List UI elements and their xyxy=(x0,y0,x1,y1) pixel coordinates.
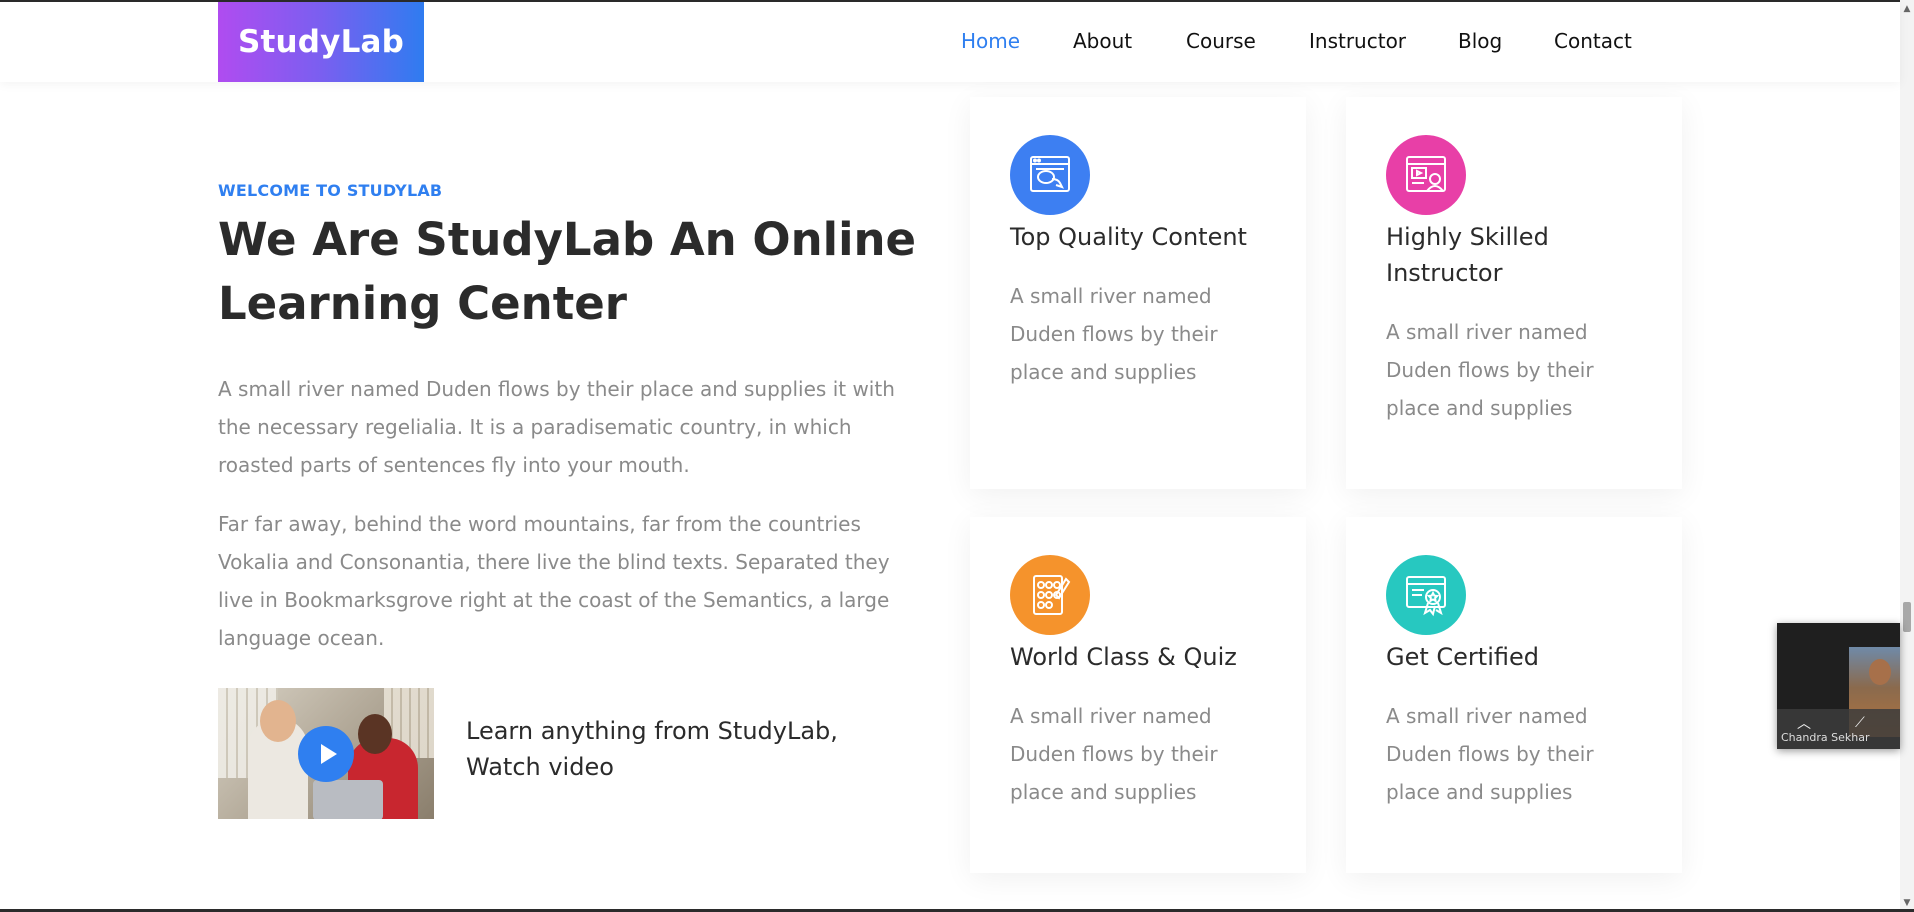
feature-title: Top Quality Content xyxy=(1010,223,1247,251)
nav-item-instructor[interactable]: Instructor xyxy=(1309,29,1406,53)
video-thumbnail[interactable] xyxy=(218,688,434,819)
nav-item-home[interactable]: Home xyxy=(961,29,1020,53)
feature-text: A small river named Duden flows by their… xyxy=(1386,320,1594,420)
feature-text: A small river named Duden flows by their… xyxy=(1010,704,1218,804)
navbar: StudyLab Home About Course Instructor Bl… xyxy=(0,2,1900,82)
feature-card-get-certified: Get Certified A small river named Duden … xyxy=(1346,517,1682,873)
mic-muted-icon[interactable]: ⟋ xyxy=(1855,715,1865,731)
feature-card-world-class-quiz: World Class & Quiz A small river named D… xyxy=(970,517,1306,873)
quiz-sheet-icon xyxy=(1010,555,1090,635)
page-scrollbar[interactable] xyxy=(1900,0,1914,912)
play-icon[interactable] xyxy=(298,726,354,782)
feature-card-highly-skilled-instructor: Highly Skilled Instructor A small river … xyxy=(1346,97,1682,489)
video-instructor-icon xyxy=(1386,135,1466,215)
page-title: We Are StudyLab An Online Learning Cente… xyxy=(218,213,917,330)
feature-title: World Class & Quiz xyxy=(1010,643,1237,671)
participant-name: Chandra Sekhar xyxy=(1781,731,1870,744)
scroll-up-arrow-icon[interactable]: ▲ xyxy=(1900,2,1914,16)
certificate-icon xyxy=(1386,555,1466,635)
feature-title: Get Certified xyxy=(1386,643,1539,671)
nav-item-about[interactable]: About xyxy=(1073,29,1132,53)
nav-item-course[interactable]: Course xyxy=(1186,29,1256,53)
watch-video-text: Learn anything from StudyLab, Watch vide… xyxy=(466,717,838,781)
video-call-overlay[interactable]: ︿ ⟋ Chandra Sekhar xyxy=(1777,623,1900,749)
studylab-logo[interactable]: StudyLab xyxy=(218,2,424,82)
intro-paragraph: A small river named Duden flows by their… xyxy=(218,377,895,477)
web-chat-icon xyxy=(1010,135,1090,215)
feature-text: A small river named Duden flows by their… xyxy=(1010,284,1218,384)
scrollbar-thumb[interactable] xyxy=(1903,602,1911,632)
chevron-up-icon[interactable]: ︿ xyxy=(1797,713,1811,733)
scroll-down-arrow-icon[interactable]: ▼ xyxy=(1900,896,1914,910)
feature-card-top-quality-content: Top Quality Content A small river named … xyxy=(970,97,1306,489)
secondary-paragraph: Far far away, behind the word mountains,… xyxy=(218,512,890,650)
nav-item-contact[interactable]: Contact xyxy=(1554,29,1632,53)
feature-text: A small river named Duden flows by their… xyxy=(1386,704,1594,804)
feature-title: Highly Skilled Instructor xyxy=(1386,223,1549,287)
welcome-eyebrow: WELCOME TO STUDYLAB xyxy=(218,181,443,200)
nav-item-blog[interactable]: Blog xyxy=(1458,29,1502,53)
